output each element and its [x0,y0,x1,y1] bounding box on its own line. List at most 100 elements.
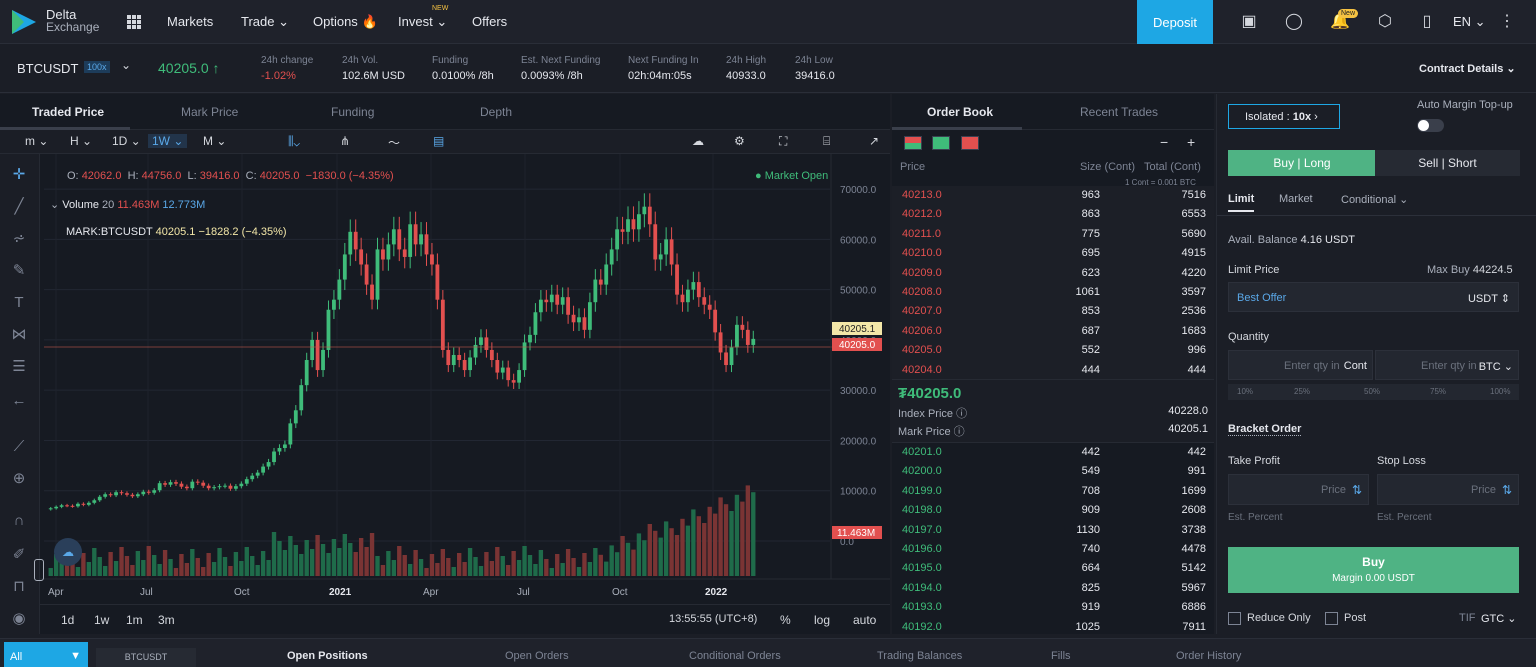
pct-10[interactable]: 10% [1237,387,1253,396]
ask-row[interactable]: 40206.0 687 1683 [892,321,1214,342]
tab-trading-balances[interactable]: Trading Balances [877,650,962,662]
ask-row[interactable]: 40213.0 963 7516 [892,186,1214,206]
order-type-market[interactable]: Market [1279,193,1313,205]
brush-icon[interactable]: ✎ [8,260,30,282]
pct-25[interactable]: 25% [1294,387,1310,396]
crosshair-icon[interactable]: ✛ [8,164,30,186]
stop-loss-input[interactable]: Price ⇅ [1377,474,1519,505]
settings-icon[interactable]: ⬡ [1376,13,1394,31]
range-1d[interactable]: 1d [61,613,74,627]
nav-offers[interactable]: Offers [472,14,507,29]
text-icon[interactable]: T [8,292,30,314]
document-icon[interactable]: ▤ [433,134,444,148]
deposit-button[interactable]: Deposit [1137,0,1213,44]
volume-legend[interactable]: ⌄ Volume 20 11.463M 12.773M [50,198,205,211]
ask-row[interactable]: 40204.0 444 444 [892,360,1214,380]
view-asks-icon[interactable] [961,136,979,150]
sell-short-tab[interactable]: Sell | Short [1375,150,1520,176]
symbol-filter[interactable]: BTCUSDT [96,648,196,667]
nav-options[interactable]: Options 🔥 [313,14,378,30]
tab-depth[interactable]: Depth [480,105,512,119]
bid-row[interactable]: 40198.0 909 2608 [892,501,1214,520]
tab-open-orders[interactable]: Open Orders [505,650,569,662]
price-chart[interactable]: 70000.060000.050000.040000.030000.020000… [40,154,890,604]
interval-hours[interactable]: H ⌄ [70,134,92,148]
order-type-conditional[interactable]: Conditional ⌄ [1341,193,1408,206]
bid-row[interactable]: 40193.0 919 6886 [892,598,1214,617]
interval-week[interactable]: 1W ⌄ [148,134,188,148]
range-1m[interactable]: 1m [126,613,143,627]
zoom-icon[interactable]: ⊕ [8,468,30,490]
qty-cont-input[interactable]: Enter qty in Cont [1228,350,1373,380]
minus-icon[interactable]: − [1160,134,1168,150]
bid-row[interactable]: 40195.0 664 5142 [892,559,1214,578]
tab-traded-price[interactable]: Traded Price [32,105,104,119]
interval-day[interactable]: 1D ⌄ [112,134,141,148]
pencil-lock-icon[interactable]: ✐ [8,544,30,566]
pattern-icon[interactable]: ⋈ [8,324,30,346]
tab-funding[interactable]: Funding [331,105,374,119]
swap-icon[interactable]: ⇅ [1352,483,1362,497]
bid-row[interactable]: 40199.0 708 1699 [892,482,1214,501]
candle-type-icon[interactable]: ⫼⌄ [288,134,300,149]
ask-row[interactable]: 40212.0 863 6553 [892,205,1214,225]
tif-select[interactable]: GTC ⌄ [1481,612,1517,625]
brand-name[interactable]: Delta Exchange [46,8,99,34]
symbol-select[interactable]: BTCUSDT [17,61,78,76]
limit-price-input[interactable]: Best Offer USDT ⇕ [1228,282,1519,312]
cloud-icon[interactable]: ☁ [692,134,704,148]
nav-markets[interactable]: Markets [167,14,213,29]
contract-details-button[interactable]: Contract Details ⌄ [1419,62,1516,75]
chevron-down-icon[interactable]: ⌄ [121,58,131,72]
language-select[interactable]: EN ⌄ [1453,14,1486,30]
camera-icon[interactable]: ⌸ [823,134,830,149]
tab-conditional-orders[interactable]: Conditional Orders [689,650,781,662]
tab-open-positions[interactable]: Open Positions [287,650,368,662]
bid-row[interactable]: 40201.0 442 442 [892,443,1214,462]
ruler-icon[interactable]: ⟋ [8,436,30,458]
more-vertical-icon[interactable]: ⋮ [1498,13,1516,31]
order-type-limit[interactable]: Limit [1228,193,1255,212]
buy-long-tab[interactable]: Buy | Long [1228,150,1376,176]
trend-line-icon[interactable]: ╱ [8,196,30,218]
price-currency-select[interactable]: USDT ⇕ [1468,292,1510,305]
ask-row[interactable]: 40207.0 853 2536 [892,302,1214,322]
arrow-left-icon[interactable]: ← [8,390,30,412]
swap-icon[interactable]: ⇅ [1502,483,1512,497]
mobile-icon[interactable]: ▯ [1418,13,1436,31]
nav-trade[interactable]: Trade ⌄ [241,14,289,30]
filter-all-select[interactable]: All ▼ [4,642,88,667]
range-3m[interactable]: 3m [158,613,175,627]
ask-row[interactable]: 40209.0 623 4220 [892,263,1214,283]
pct-75[interactable]: 75% [1430,387,1446,396]
line-tool-icon[interactable]: 〜 [388,134,400,151]
cloud-sync-icon[interactable]: ☁ [54,538,82,566]
auto-margin-toggle[interactable] [1417,119,1444,132]
pct-100[interactable]: 100% [1490,387,1510,396]
tab-recent-trades[interactable]: Recent Trades [1080,105,1158,119]
view-both-icon[interactable] [904,136,922,150]
ask-row[interactable]: 40208.0 1061 3597 [892,283,1214,303]
lock-icon[interactable]: ⊓ [8,576,30,598]
delta-logo-icon[interactable] [10,8,38,36]
qty-percent-slider[interactable]: 10% 25% 50% 75% 100% [1228,384,1519,400]
range-1w[interactable]: 1w [94,613,109,627]
plus-icon[interactable]: + [1187,134,1195,150]
prediction-icon[interactable]: ☰ [8,356,30,378]
fib-icon[interactable]: ⩫ [8,228,30,250]
tab-order-history[interactable]: Order History [1176,650,1241,662]
view-bids-icon[interactable] [932,136,950,150]
scroll-handle[interactable] [34,559,44,581]
log-toggle[interactable]: log [814,613,830,627]
bid-row[interactable]: 40194.0 825 5967 [892,579,1214,598]
user-icon[interactable]: ◯ [1285,13,1303,31]
bid-row[interactable]: 40197.0 1130 3738 [892,521,1214,540]
indicators-icon[interactable]: ⋔ [340,134,350,148]
tab-fills[interactable]: Fills [1051,650,1071,662]
gear-icon[interactable]: ⚙ [734,134,745,148]
nav-invest[interactable]: Invest ⌄ [398,14,447,30]
ask-row[interactable]: 40211.0 775 5690 [892,224,1214,245]
post-checkbox[interactable] [1325,612,1338,625]
external-link-icon[interactable]: ↗ [869,134,879,148]
magnet-icon[interactable]: ∩ [8,510,30,532]
